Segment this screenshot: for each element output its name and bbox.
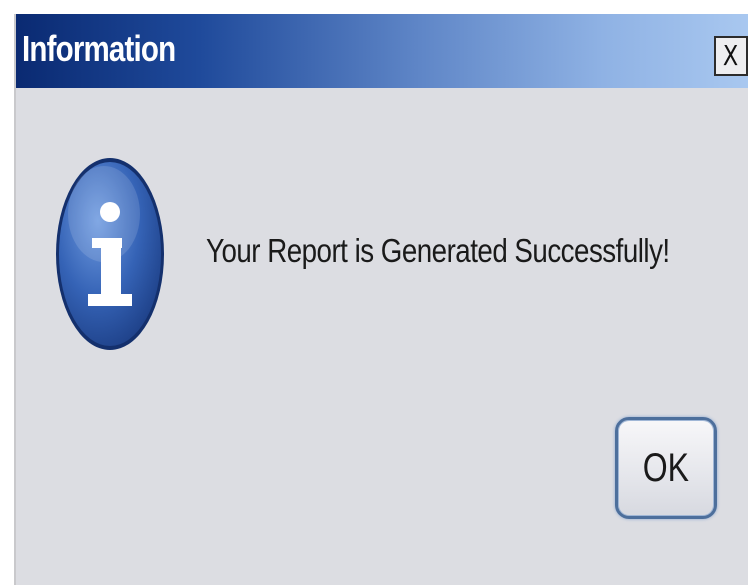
dialog-message: Your Report is Generated Successfully! bbox=[206, 232, 670, 269]
dialog-title: Information bbox=[22, 28, 176, 69]
info-icon bbox=[56, 158, 164, 350]
information-dialog: Information X Your Report is Generated S… bbox=[14, 14, 748, 585]
ok-button[interactable]: OK bbox=[615, 417, 717, 519]
close-icon: X bbox=[723, 39, 739, 72]
close-button[interactable]: X bbox=[714, 36, 748, 76]
ok-button-label: OK bbox=[642, 445, 690, 490]
dialog-titlebar[interactable]: Information X bbox=[16, 14, 748, 88]
